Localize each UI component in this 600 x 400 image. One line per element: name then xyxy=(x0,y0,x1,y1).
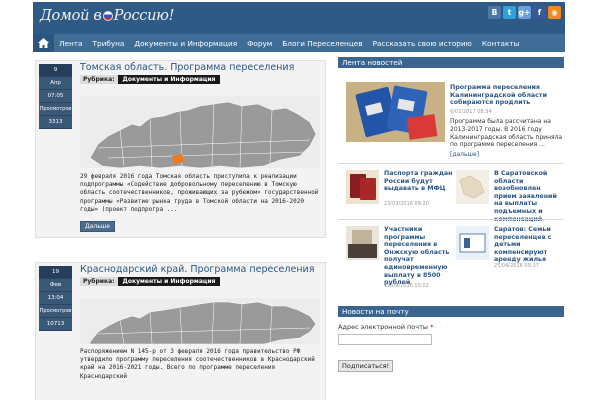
nav-item-blogs[interactable]: Блоги Переселенцев xyxy=(277,39,367,48)
rubric-link[interactable]: Документы и Информация xyxy=(117,277,221,286)
post-rubric: Рубрика: Документы и Информация xyxy=(80,277,221,286)
post-day: 9 xyxy=(39,64,72,77)
post-rubric: Рубрика: Документы и Информация xyxy=(80,75,221,84)
post-card: 19 Фев 13:04 Просмотров 10713 Краснодарс… xyxy=(35,262,326,400)
news-item-title[interactable]: Участники программы переселения в Онжску… xyxy=(384,226,454,287)
post-map-image[interactable] xyxy=(80,96,320,169)
site-logo[interactable]: Домой в Россию! xyxy=(40,8,174,24)
news-feature-text: Программа была рассчитана на 2013-2017 г… xyxy=(450,118,563,149)
post-meta: 9 Апр 07:05 Просмотров 3313 xyxy=(39,64,72,129)
post-time: 07:05 xyxy=(39,90,72,103)
news-item-title[interactable]: Паспорта граждан России будут выдавать в… xyxy=(384,170,454,193)
mail-subscribe-title: Новости на почту xyxy=(338,306,564,317)
post-card: 9 Апр 07:05 Просмотров 3313 Томская обла… xyxy=(35,60,326,238)
home-button[interactable] xyxy=(33,34,54,52)
rubric-label: Рубрика: xyxy=(80,277,118,286)
news-item-date: 25/04/2016 09:37 xyxy=(494,263,539,269)
post-title[interactable]: Томская область. Программа переселения xyxy=(80,62,294,73)
post-day: 19 xyxy=(39,266,72,279)
rss-icon[interactable]: ◉ xyxy=(548,6,561,19)
email-field[interactable] xyxy=(338,334,432,345)
post-excerpt: 29 февраля 2016 года Томская область при… xyxy=(80,173,319,213)
vk-icon[interactable]: B xyxy=(488,6,501,19)
post-views: 10713 xyxy=(39,318,72,331)
rubric-label: Рубрика: xyxy=(80,75,118,84)
news-thumb[interactable] xyxy=(346,226,379,260)
nav-item-lenta[interactable]: Лента xyxy=(54,39,87,48)
google-plus-icon[interactable]: g+ xyxy=(518,6,531,19)
news-item-date: 23/03/2016 09:20 xyxy=(384,201,429,207)
post-views: 3313 xyxy=(39,116,72,129)
post-views-label: Просмотров xyxy=(39,305,72,318)
facebook-icon[interactable]: f xyxy=(533,6,546,19)
post-excerpt: Распоряжением N 145-р от 3 февраля 2016 … xyxy=(80,348,315,380)
rubric-link[interactable]: Документы и Информация xyxy=(117,75,221,84)
news-feature-image[interactable] xyxy=(346,82,445,142)
main-nav: Лента Трибуна Документы и Информация Фор… xyxy=(33,34,565,52)
news-item-title[interactable]: Саратов: Семьи переселенцев с детьми ком… xyxy=(494,226,564,264)
divider xyxy=(338,163,564,164)
russian-flag-icon xyxy=(102,11,113,21)
news-thumb[interactable] xyxy=(456,226,489,260)
news-feature-more-link[interactable]: [дальше] xyxy=(450,151,479,159)
email-label: Адрес электронной почты * xyxy=(338,323,433,331)
post-title[interactable]: Краснодарский край. Программа переселени… xyxy=(80,264,314,275)
news-thumb[interactable] xyxy=(456,170,489,204)
news-thumb[interactable] xyxy=(346,170,379,204)
site-header: Домой в Россию! Bt g+ f ◉ xyxy=(33,2,565,34)
read-more-button[interactable]: Дальше xyxy=(80,221,115,232)
twitter-icon[interactable]: t xyxy=(503,6,516,19)
home-icon xyxy=(38,38,49,48)
subscribe-button[interactable]: Подписаться! xyxy=(338,360,394,372)
post-month: Апр xyxy=(39,77,72,90)
divider xyxy=(338,219,564,220)
news-feed-title: Лента новостей xyxy=(338,57,564,68)
post-meta: 19 Фев 13:04 Просмотров 10713 xyxy=(39,266,72,331)
nav-item-tell-story[interactable]: Рассказать свою историю xyxy=(368,39,477,48)
nav-item-forum[interactable]: Форум xyxy=(242,39,277,48)
logo-text-part1: Домой в xyxy=(40,8,102,24)
post-time: 13:04 xyxy=(39,292,72,305)
news-item-date: 19/09/2016 10:02 xyxy=(384,283,429,289)
nav-item-tribuna[interactable]: Трибуна xyxy=(87,39,129,48)
nav-item-contacts[interactable]: Контакты xyxy=(477,39,525,48)
nav-item-documents[interactable]: Документы и Информация xyxy=(129,39,242,48)
logo-text-part2: Россию! xyxy=(113,8,175,24)
post-views-label: Просмотров xyxy=(39,103,72,116)
post-map-image[interactable] xyxy=(80,298,320,345)
email-label-text: Адрес электронной почты xyxy=(338,323,428,331)
social-links: Bt g+ f ◉ xyxy=(488,6,561,19)
post-month: Фев xyxy=(39,279,72,292)
news-feature-title[interactable]: Программа переселения Калининградской об… xyxy=(450,84,560,107)
news-item-title[interactable]: В Саратовской области возобновлен прием … xyxy=(494,170,564,223)
news-feature-date: 6/03/2017 08:34 xyxy=(450,109,492,115)
required-mark: * xyxy=(430,323,434,331)
